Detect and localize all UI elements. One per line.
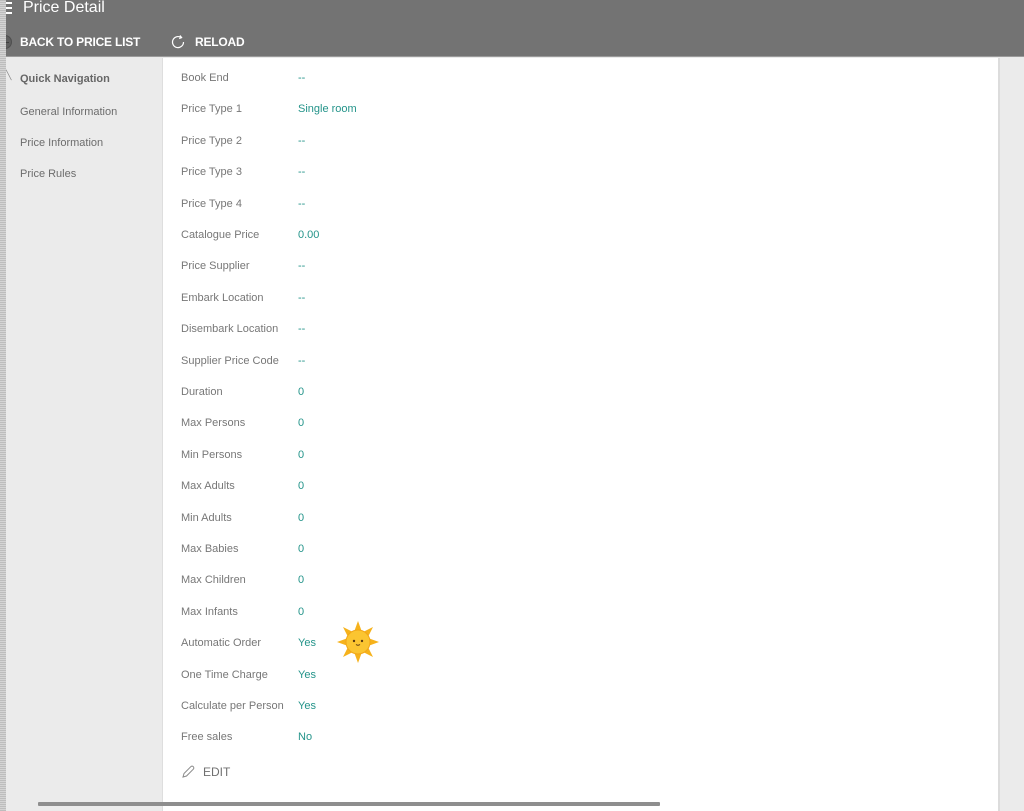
field-label: Duration xyxy=(181,386,223,398)
back-to-price-list-label: BACK TO PRICE LIST xyxy=(20,35,141,49)
field-row: Price Type 1 Single room xyxy=(181,102,581,116)
field-value: 0 xyxy=(298,543,305,555)
field-value: 0.00 xyxy=(298,229,320,241)
field-label: Supplier Price Code xyxy=(181,354,279,367)
sun-emoji-sticker xyxy=(337,621,379,663)
field-label: Max Persons xyxy=(181,417,246,430)
reload-icon xyxy=(171,35,185,49)
field-value: -- xyxy=(298,166,306,179)
field-value: 0 xyxy=(298,574,305,587)
field-row: Calculate per Person Yes xyxy=(181,699,581,713)
window-left-edge xyxy=(0,0,6,811)
reload-label: RELOAD xyxy=(195,35,245,49)
right-gutter xyxy=(998,58,1024,811)
field-label: One Time Charge xyxy=(181,668,268,681)
field-label: Price Supplier xyxy=(181,260,250,273)
field-value: Single room xyxy=(298,103,357,116)
field-row: Max Children 0 xyxy=(181,573,581,587)
field-label: Price Type 1 xyxy=(181,103,242,116)
title-row: Price Detail xyxy=(0,0,1024,20)
field-value: -- xyxy=(298,260,306,273)
field-value: Yes xyxy=(298,700,316,712)
field-label: Automatic Order xyxy=(181,637,262,650)
page-title: Price Detail xyxy=(23,0,105,16)
field-row: Max Infants 0 xyxy=(181,605,581,619)
field-value: -- xyxy=(298,72,306,84)
field-row: Automatic Order Yes xyxy=(181,636,581,650)
field-label: Free sales xyxy=(181,731,233,744)
price-detail-content: Book End -- Price Type 1 Single room Price T… xyxy=(163,58,998,811)
field-label: Disembark Location xyxy=(181,323,279,336)
field-label: Price Type 2 xyxy=(181,134,242,147)
field-label: Price Type 3 xyxy=(181,166,242,179)
field-value: 0 xyxy=(298,480,305,493)
field-label: Min Adults xyxy=(181,511,232,524)
field-value: 0 xyxy=(298,417,305,430)
field-row: Max Babies 0 xyxy=(181,542,581,556)
field-label: Catalogue Price xyxy=(181,229,260,241)
app-header: Price Detail BACK TO PRICE LIST RELOAD xyxy=(0,0,1024,57)
quick-navigation-heading: Quick Navigation xyxy=(20,73,110,85)
toolbar: BACK TO PRICE LIST RELOAD xyxy=(0,30,1024,54)
field-value: Yes xyxy=(298,637,316,650)
field-row: Min Adults 0 xyxy=(181,511,581,525)
field-value: -- xyxy=(298,197,306,210)
field-row: Book End -- xyxy=(181,71,581,85)
field-value: 0 xyxy=(298,448,305,461)
field-row: Price Type 4 -- xyxy=(181,197,581,211)
field-value: 0 xyxy=(298,511,305,524)
field-label: Price Type 4 xyxy=(181,197,242,210)
field-label: Max Babies xyxy=(181,543,239,555)
nav-item-price-rules[interactable]: Price Rules xyxy=(20,168,76,180)
field-label: Calculate per Person xyxy=(181,700,284,712)
field-value: -- xyxy=(298,354,306,367)
back-to-price-list-button[interactable]: BACK TO PRICE LIST xyxy=(0,30,140,54)
pencil-icon xyxy=(182,765,195,778)
field-value: -- xyxy=(298,323,306,336)
field-value: -- xyxy=(298,134,306,147)
field-value: Yes xyxy=(298,668,316,681)
field-row: Duration 0 xyxy=(181,385,581,399)
quick-navigation-sidebar: ╲ Quick Navigation General Information P… xyxy=(6,58,163,811)
nav-item-price-information[interactable]: Price Information xyxy=(20,137,103,149)
nav-item-general-information[interactable]: General Information xyxy=(20,106,117,118)
field-label: Book End xyxy=(181,72,229,84)
field-value: No xyxy=(298,731,313,744)
field-value: 0 xyxy=(298,605,305,618)
edit-button[interactable]: EDIT xyxy=(181,764,230,780)
field-row: Embark Location -- xyxy=(181,291,581,305)
field-value: -- xyxy=(298,291,306,304)
edit-label: EDIT xyxy=(203,765,231,779)
field-row: Price Type 3 -- xyxy=(181,165,581,179)
field-row: Price Type 2 -- xyxy=(181,134,581,148)
field-row: Free sales No xyxy=(181,730,581,744)
field-row: Catalogue Price 0.00 xyxy=(181,228,581,242)
field-row: Max Persons 0 xyxy=(181,416,581,430)
field-label: Max Adults xyxy=(181,480,235,493)
field-row: Supplier Price Code -- xyxy=(181,354,581,368)
search-icon[interactable]: ╲ xyxy=(6,70,11,81)
field-value: 0 xyxy=(298,386,305,398)
horizontal-scrollbar[interactable] xyxy=(38,802,660,806)
field-row: Min Persons 0 xyxy=(181,448,581,462)
reload-button[interactable]: RELOAD xyxy=(169,30,245,54)
field-row: Price Supplier -- xyxy=(181,259,581,273)
field-row: Disembark Location -- xyxy=(181,322,581,336)
field-label: Max Infants xyxy=(181,605,238,618)
field-row: Max Adults 0 xyxy=(181,479,581,493)
field-label: Max Children xyxy=(181,574,246,587)
field-row: One Time Charge Yes xyxy=(181,668,581,682)
field-label: Embark Location xyxy=(181,291,264,304)
field-label: Min Persons xyxy=(181,448,243,461)
